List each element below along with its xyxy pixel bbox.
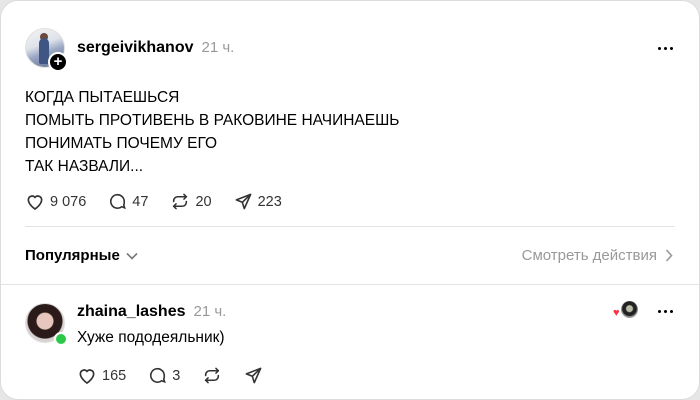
online-status-dot [54,332,68,346]
post-header: sergeivikhanov 21 ч. [77,39,234,57]
repost-icon [173,193,188,210]
reply-text: Хуже пододеяльник) [77,329,225,346]
heart-icon [27,195,43,210]
comment-icon [150,367,167,384]
follow-plus-icon[interactable]: + [48,52,68,72]
like-count: 165 [102,367,127,384]
like-count: 9 076 [50,193,87,210]
reply-time[interactable]: 21 ч. [194,303,227,320]
share-count: 223 [257,193,282,210]
post-text-line: КОГДА ПЫТАЕШЬСЯ [25,89,180,106]
post-time[interactable]: 21 ч. [202,39,235,56]
share-icon [245,367,262,384]
like-button[interactable]: 9 076 [25,192,86,211]
reply-share-button[interactable] [244,366,263,385]
heart-icon [79,369,95,384]
reply-like-button[interactable]: 165 [77,366,126,385]
post-text-line: ТАК НАЗВАЛИ... [25,158,144,175]
repost-button[interactable]: 20 [170,192,212,211]
post-actions: 9 076 47 20 223 [25,192,304,211]
sort-label: Популярные [25,247,120,264]
reply-repost-button[interactable] [202,366,222,385]
sort-dropdown[interactable]: Популярные [25,247,138,264]
chevron-right-icon [665,249,673,262]
post-author-avatar-wrap[interactable]: + [25,28,68,72]
divider [25,226,675,227]
chevron-down-icon [126,252,138,260]
heart-icon: ♥ [613,307,620,319]
reply-actions: 165 3 [77,366,285,385]
liked-by-avatar [621,301,638,318]
share-icon [235,193,251,210]
post-text-line: ПОНИМАТЬ ПОЧЕМУ ЕГО [25,135,218,152]
reply-reply-button[interactable]: 3 [148,366,180,385]
share-button[interactable]: 223 [234,192,282,211]
view-activity-link[interactable]: Смотреть действия [522,247,673,264]
liked-by-author-indicator: ♥ [613,301,639,319]
reply-username[interactable]: zhaina_lashes [77,303,186,321]
repost-count: 20 [195,193,212,210]
post-username[interactable]: sergeivikhanov [77,39,194,57]
reply-author-avatar-wrap[interactable] [25,303,68,346]
divider [1,284,699,285]
repost-icon [205,367,220,384]
reply-header: zhaina_lashes 21 ч. [77,303,226,321]
reply-count: 3 [172,367,181,384]
comment-icon [110,193,127,210]
post-more-icon[interactable] [658,47,673,50]
view-activity-label: Смотреть действия [521,247,657,264]
post-text-line: ПОМЫТЬ ПРОТИВЕНЬ В РАКОВИНЕ НАЧИНАЕШЬ [25,112,400,129]
threads-card: + sergeivikhanov 21 ч. КОГДА ПЫТАЕШЬСЯ П… [0,0,700,400]
post-text: КОГДА ПЫТАЕШЬСЯ ПОМЫТЬ ПРОТИВЕНЬ В РАКОВ… [25,86,625,178]
reply-more-icon[interactable] [658,310,673,313]
reply-button[interactable]: 47 [108,192,148,211]
reply-count: 47 [132,193,149,210]
